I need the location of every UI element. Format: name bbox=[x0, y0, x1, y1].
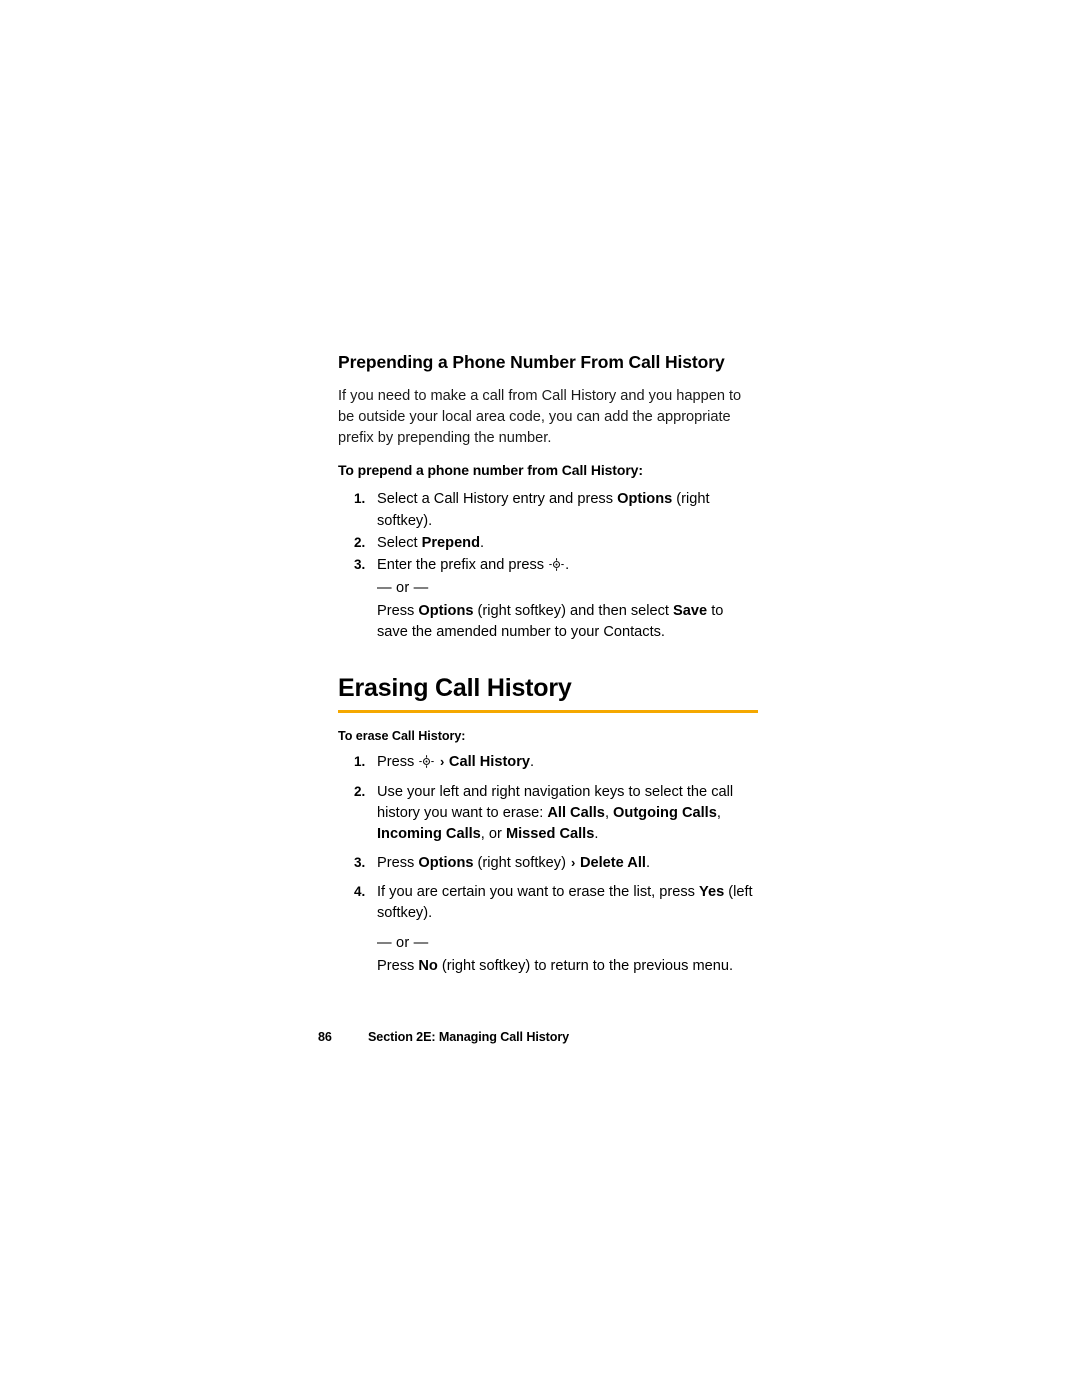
document-page: Prepending a Phone Number From Call Hist… bbox=[0, 0, 1080, 1397]
list-item-text: If you are certain you want to erase the… bbox=[377, 884, 753, 921]
body-text: . bbox=[594, 825, 599, 842]
body-text: . bbox=[480, 534, 485, 551]
section-heading: Prepending a Phone Number From Call Hist… bbox=[338, 352, 725, 372]
list-item-number: 2. bbox=[354, 534, 366, 550]
erase-steps-list: 1. Press › Call History. 2. Use your left a… bbox=[338, 752, 758, 924]
body-text: (right softkey) bbox=[473, 855, 571, 872]
emphasis-text: Incoming Calls bbox=[377, 825, 481, 842]
list-item-number: 1. bbox=[354, 754, 366, 770]
erasing-title: Erasing Call History bbox=[338, 674, 572, 703]
body-text: , or bbox=[480, 825, 506, 842]
body-text: . bbox=[530, 754, 535, 771]
body-text: (right softkey) and then select bbox=[473, 603, 674, 620]
body-text: . bbox=[645, 855, 650, 872]
footer-page-number: 86 bbox=[318, 1030, 332, 1044]
body-text: Select bbox=[377, 534, 422, 551]
emphasis-text: All Calls bbox=[547, 804, 605, 821]
body-text: , bbox=[716, 804, 721, 821]
chevron-right-icon: › bbox=[571, 855, 579, 871]
prepend-procedure-lead: To prepend a phone number from Call Hist… bbox=[338, 462, 643, 479]
emphasis-text: Options bbox=[617, 491, 673, 508]
list-item-text: Press › Call History. bbox=[377, 754, 534, 770]
list-item-number: 4. bbox=[354, 884, 366, 900]
page-content: Prepending a Phone Number From Call Hist… bbox=[338, 352, 758, 977]
chevron-right-icon: › bbox=[436, 754, 448, 770]
body-text: Press bbox=[377, 855, 419, 872]
list-item-text: Select a Call History entry and press Op… bbox=[377, 491, 710, 528]
emphasis-text: Delete All bbox=[579, 855, 646, 872]
emphasis-text: Options bbox=[418, 855, 474, 872]
emphasis-text: Call History bbox=[448, 754, 531, 771]
emphasis-text: Save bbox=[673, 603, 708, 620]
body-text: Press bbox=[377, 957, 419, 974]
accent-rule bbox=[338, 710, 758, 714]
emphasis-text: Outgoing Calls bbox=[613, 804, 717, 821]
body-text: Enter the prefix and press bbox=[377, 556, 549, 573]
list-item-number: 3. bbox=[354, 556, 366, 572]
body-text: Press bbox=[377, 754, 419, 771]
body-text: If you are certain you want to erase the… bbox=[377, 884, 700, 901]
body-text: . bbox=[565, 556, 570, 573]
list-item-number: 2. bbox=[354, 783, 366, 799]
list-item: 4. If you are certain you want to erase t… bbox=[338, 882, 758, 924]
emphasis-text: Options bbox=[418, 603, 474, 620]
list-item: 3. Press Options (right softkey) › Delete… bbox=[338, 853, 758, 874]
emphasis-text: Prepend bbox=[421, 534, 481, 551]
body-text: , bbox=[604, 804, 614, 821]
emphasis-text: Missed Calls bbox=[505, 825, 595, 842]
list-item: 1. Press › Call History. bbox=[338, 752, 758, 773]
footer-section-label: Section 2E: Managing Call History bbox=[368, 1030, 570, 1044]
list-item-text: Use your left and right navigation keys … bbox=[377, 784, 733, 842]
prepend-alternate-instruction: Press Options (right softkey) and then s… bbox=[338, 601, 758, 643]
navigation-key-icon bbox=[549, 558, 564, 571]
body-text: Select a Call History entry and press bbox=[377, 491, 618, 508]
list-item-number: 3. bbox=[354, 855, 366, 871]
intro-paragraph: If you need to make a call from Call His… bbox=[338, 387, 742, 447]
list-item: 2. Select Prepend. bbox=[338, 533, 758, 554]
page-footer: 86 Section 2E: Managing Call History bbox=[318, 1030, 818, 1044]
body-text: (right softkey) to return to the previou… bbox=[437, 957, 734, 974]
list-item-number: 1. bbox=[354, 491, 366, 507]
prepend-or-label: — or — bbox=[377, 579, 429, 596]
list-item-text: Select Prepend. bbox=[377, 535, 484, 551]
erase-or-label: — or — bbox=[377, 934, 429, 951]
emphasis-text: Yes bbox=[699, 884, 725, 901]
body-text: Press bbox=[377, 603, 419, 620]
emphasis-text: No bbox=[418, 957, 438, 974]
list-item: 1. Select a Call History entry and press … bbox=[338, 489, 758, 531]
list-item: 2. Use your left and right navigation key… bbox=[338, 782, 758, 845]
navigation-key-icon bbox=[419, 755, 435, 769]
list-item-text: Enter the prefix and press . bbox=[377, 557, 569, 573]
erase-alternate-instruction: Press No (right softkey) to return to th… bbox=[338, 956, 758, 977]
erase-procedure-lead: To erase Call History: bbox=[338, 729, 466, 744]
list-item: 3. Enter the prefix and press . bbox=[338, 555, 758, 576]
list-item-text: Press Options (right softkey) › Delete A… bbox=[377, 855, 650, 871]
erasing-section: Erasing Call History bbox=[338, 673, 758, 714]
prepend-steps-list: 1. Select a Call History entry and press … bbox=[338, 489, 758, 576]
